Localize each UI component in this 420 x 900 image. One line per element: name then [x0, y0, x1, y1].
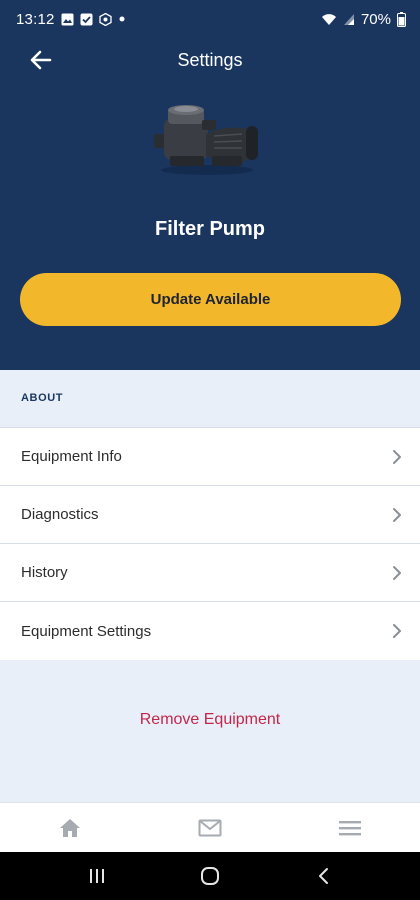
battery-level: 70%	[360, 10, 391, 28]
status-left: 13:12	[16, 11, 126, 28]
settings-icon	[98, 12, 112, 26]
home-circle-icon	[200, 867, 219, 885]
status-time: 13:12	[16, 10, 55, 28]
mail-icon	[198, 819, 222, 836]
about-menu-list: Equipment Info Diagnostics History Equip…	[0, 427, 420, 660]
remove-equipment-button[interactable]: Remove Equipment	[0, 711, 420, 729]
status-bar: 13:12 70%	[0, 0, 420, 38]
battery-icon	[397, 11, 406, 27]
header-curve	[0, 344, 420, 368]
dot-icon	[118, 15, 126, 23]
back-button[interactable]	[26, 46, 56, 74]
filter-pump-image	[154, 105, 258, 175]
checkbox-icon	[80, 13, 93, 26]
system-home-button[interactable]	[180, 856, 240, 896]
menu-item-history[interactable]: History	[0, 544, 420, 602]
system-nav	[0, 852, 420, 900]
menu-item-label: Equipment Info	[21, 448, 122, 465]
nav-mail-button[interactable]	[180, 808, 240, 848]
gallery-icon	[61, 13, 74, 26]
back-icon	[319, 868, 329, 884]
chevron-right-icon	[392, 449, 402, 465]
chevron-right-icon	[392, 507, 402, 523]
wifi-icon	[321, 13, 337, 26]
page-title: Settings	[177, 49, 243, 70]
menu-item-diagnostics[interactable]: Diagnostics	[0, 486, 420, 544]
status-right: 70%	[321, 11, 406, 28]
top-bar: Settings	[0, 38, 420, 82]
update-available-button[interactable]: Update Available	[20, 273, 401, 326]
menu-item-label: Diagnostics	[21, 506, 99, 523]
system-back-button[interactable]	[293, 856, 353, 896]
chevron-right-icon	[392, 623, 402, 639]
nav-menu-button[interactable]	[320, 808, 380, 848]
menu-item-label: Equipment Settings	[21, 622, 152, 640]
settings-header: 13:12 70% Settings Filter Pump Update Av…	[0, 0, 420, 370]
home-icon	[60, 818, 80, 837]
menu-icon	[339, 820, 361, 835]
bottom-nav	[0, 802, 420, 852]
signal-icon	[343, 13, 355, 26]
menu-item-label: History	[21, 564, 68, 581]
arrow-left-icon	[30, 50, 52, 70]
about-section-label: ABOUT	[21, 392, 64, 404]
recent-apps-button[interactable]	[67, 856, 127, 896]
nav-home-button[interactable]	[40, 808, 100, 848]
chevron-right-icon	[392, 565, 402, 581]
menu-item-equipment-info[interactable]: Equipment Info	[0, 428, 420, 486]
menu-item-equipment-settings[interactable]: Equipment Settings	[0, 602, 420, 660]
equipment-name: Filter Pump	[154, 218, 265, 240]
recent-apps-icon	[89, 869, 104, 883]
